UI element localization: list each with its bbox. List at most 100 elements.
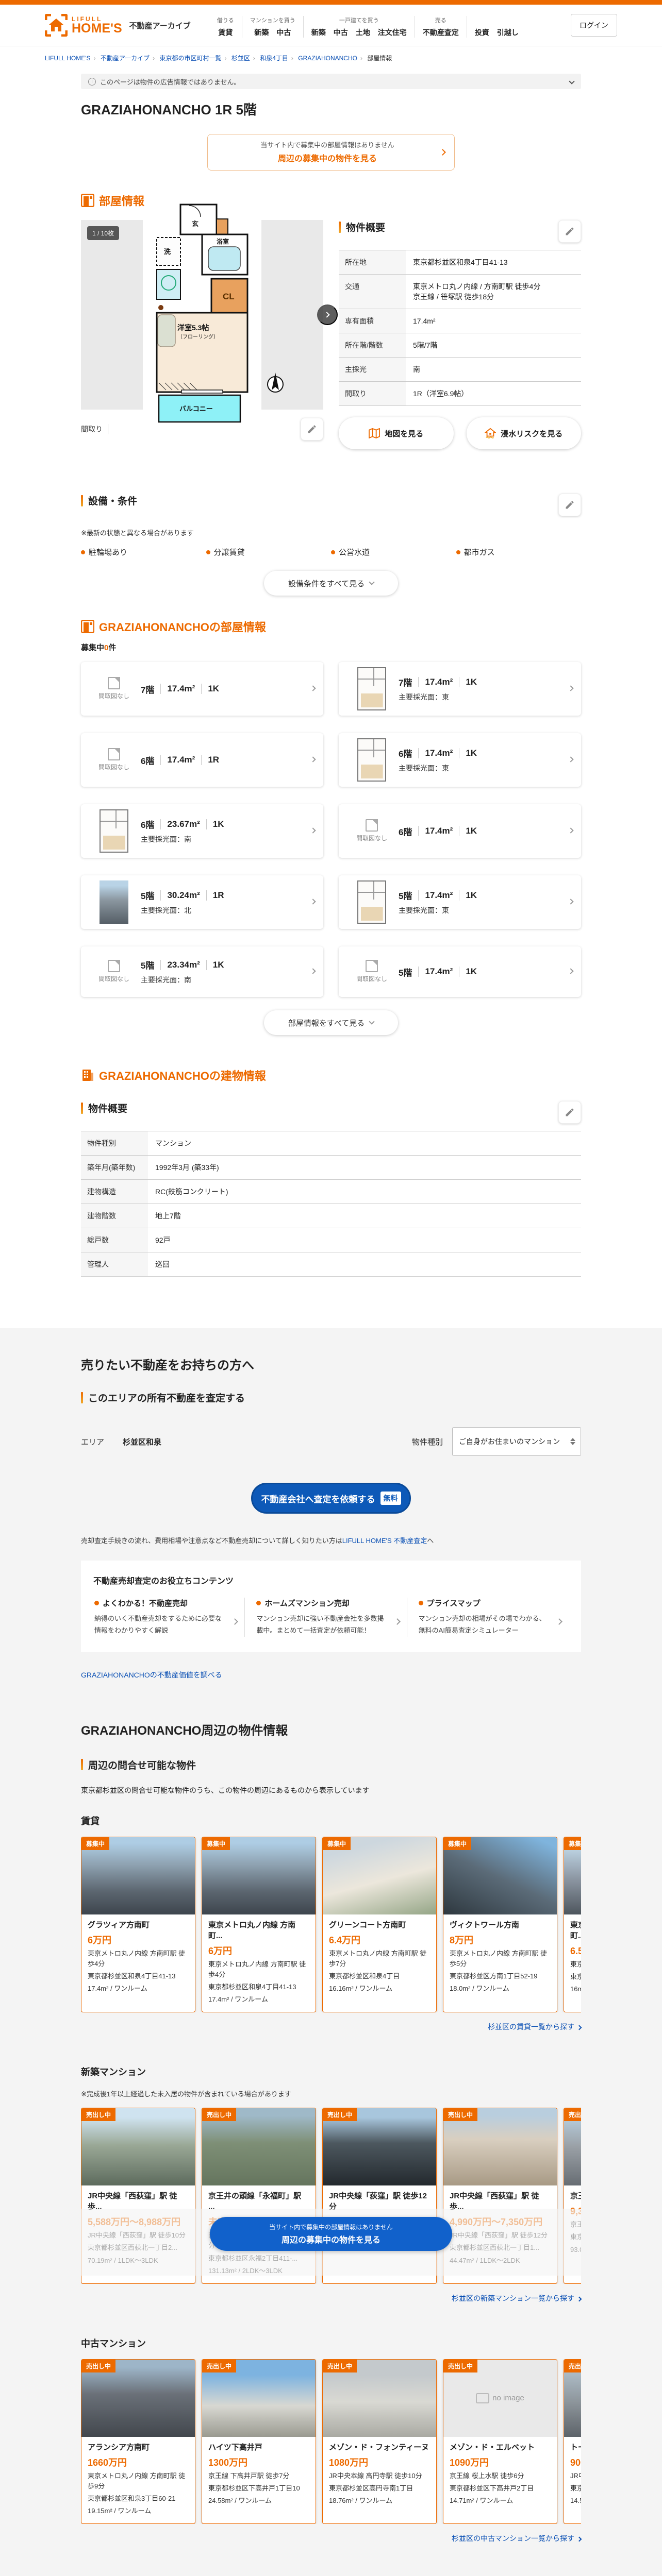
nav-invest[interactable]: 投資	[475, 27, 489, 38]
status-badge: 売出し中	[443, 2359, 478, 2372]
show-all-equipment-button[interactable]: 設備条件をすべて見る	[264, 571, 398, 596]
photo-carousel: 1 / 10枚 玄 洗 浴室 CL 洋室5.3帖 （フローリング） バルコニー …	[81, 201, 338, 449]
svg-text:洗: 洗	[164, 248, 171, 256]
nav-group-sell: 売る 不動産査定	[422, 18, 459, 38]
shinchiku-list-link[interactable]: 杉並区の新築マンション一覧から探す	[452, 2294, 574, 2302]
property-type-select[interactable]: ご自身がお住まいのマンション	[452, 1427, 581, 1456]
listing-photo: 売出し中	[81, 2108, 195, 2186]
listing-card[interactable]: 売出し中 アランシア方南町 1660万円 東京メトロ丸ノ内線 方南町駅 徒歩9分…	[81, 2359, 195, 2524]
listing-card[interactable]: 売出し中 メゾン・ド・フォンティーヌ 1080万円 JR中央本線 高円寺駅 徒歩…	[322, 2359, 437, 2524]
edit-overview-button[interactable]	[558, 220, 581, 243]
chevron-down-icon[interactable]	[569, 78, 575, 84]
room-card[interactable]: 間取図なし 5階 17.4m² 1K	[339, 946, 581, 997]
listing-price: 1090万円	[450, 2457, 489, 2468]
chevron-right-icon	[393, 1618, 401, 1625]
ad-disclaimer-banner[interactable]: i このページは物件の広告情報ではありません。	[81, 74, 581, 89]
property-value-link[interactable]: GRAZIAHONANCHOの不動産価値を調べる	[81, 1670, 222, 1680]
room-light-direction: 主要採光面：南	[141, 835, 191, 843]
listing-card[interactable]: 募集中 グリーンコート方南町 6.4万円 東京メトロ丸ノ内線 方南町駅 徒歩7分…	[322, 1836, 437, 2013]
listing-title: メゾン・ド・フォンティーヌ	[329, 2443, 429, 2452]
listing-address: 東京都杉並区和泉3丁目60-21	[88, 2495, 176, 2503]
room-card[interactable]: 7階 17.4m² 1K 主要採光面：東	[339, 662, 581, 716]
recruiting-count: 募集中0件	[81, 643, 117, 652]
login-button[interactable]: ログイン	[571, 14, 617, 37]
nav-house-new[interactable]: 新築	[311, 27, 326, 38]
breadcrumb-link[interactable]: 不動産アーカイブ	[101, 55, 150, 62]
help-content-item[interactable]: プライスマップ マンション売却の相場がその場でわかる、無料のAI簡易査定シミュレ…	[406, 1598, 569, 1637]
breadcrumb-link[interactable]: LIFULL HOME'S	[45, 55, 91, 62]
table-row: 建物構造 RC(鉄筋コンクリート)	[81, 1179, 581, 1204]
info-icon: i	[88, 77, 96, 86]
room-card[interactable]: 間取図なし 5階 23.34m² 1K 主要採光面：南	[81, 946, 323, 997]
listing-photo: 売出し中 no image	[443, 2359, 557, 2437]
nav-chintai[interactable]: 賃貸	[218, 27, 233, 38]
request-assessment-button[interactable]: 不動産会社へ査定を依頼する 無料	[251, 1483, 411, 1514]
room-area: 17.4m²	[418, 890, 453, 901]
room-light-direction: 主要採光面：北	[141, 906, 191, 914]
view-flood-risk-button[interactable]: 浸水リスクを見る	[466, 417, 581, 449]
room-thumbnail: 間取図なし	[97, 748, 130, 772]
room-card[interactable]: 5階 17.4m² 1K 主要採光面：東	[339, 875, 581, 929]
lifull-homes-logo[interactable]: LIFULL HOME'S	[45, 14, 122, 37]
listing-card[interactable]: 募集中 グラツィア方南町 6万円 東京メトロ丸ノ内線 方南町駅 徒歩4分 東京都…	[81, 1836, 195, 2013]
listing-card[interactable]: 募集中 東京メトロ丸ノ内線 方南町... 6.5万円 東京メトロ丸ノ内線 方南町…	[564, 1836, 581, 2013]
edit-building-button[interactable]	[558, 1101, 581, 1124]
nav-land[interactable]: 土地	[356, 27, 370, 38]
breadcrumb-link[interactable]: 和泉4丁目	[260, 55, 288, 62]
rental-list-link[interactable]: 杉並区の賃貸一覧から探す	[488, 2023, 574, 2031]
breadcrumb-link[interactable]: GRAZIAHONANCHO	[298, 55, 357, 62]
view-map-button[interactable]: 地図を見る	[339, 417, 454, 449]
svg-text:（フローリング）: （フローリング）	[177, 333, 219, 340]
nav-house-used[interactable]: 中古	[334, 27, 348, 38]
edit-caption-button[interactable]	[301, 418, 323, 440]
nav-custom-home[interactable]: 注文住宅	[378, 27, 407, 38]
floorplan-image[interactable]: 玄 洗 浴室 CL 洋室5.3帖 （フローリング） バルコニー	[143, 201, 284, 428]
show-all-rooms-button[interactable]: 部屋情報をすべて見る	[264, 1010, 398, 1035]
rental-card-row: 募集中 グラツィア方南町 6万円 東京メトロ丸ノ内線 方南町駅 徒歩4分 東京都…	[81, 1836, 581, 2013]
listing-card[interactable]: 売出し中 ハイツ下高井戸 1300万円 京王線 下高井戸駅 徒歩7分 東京都杉並…	[202, 2359, 316, 2524]
nav-group-other: 投資 引越し	[468, 18, 525, 38]
chuko-list-link[interactable]: 杉並区の中古マンション一覧から探す	[452, 2534, 574, 2543]
breadcrumb-link[interactable]: 部屋情報	[367, 55, 392, 62]
edit-equipment-button[interactable]	[558, 494, 581, 516]
listing-card[interactable]: 募集中 東京メトロ丸ノ内線 方南町... 6万円 東京メトロ丸ノ内線 方南町駅 …	[202, 1836, 316, 2013]
breadcrumb-link[interactable]: 杉並区	[231, 55, 250, 62]
room-card[interactable]: 6階 23.67m² 1K 主要採光面：南	[81, 804, 323, 858]
nav-mansion-new[interactable]: 新築	[254, 27, 269, 38]
help-content-item[interactable]: よくわかる！不動産売却 納得のいく不動産売却をするために必要な情報をわかりやすく…	[93, 1598, 244, 1637]
help-card-title: 不動産売却査定のお役立ちコンテンツ	[93, 1577, 234, 1586]
help-content-item[interactable]: ホームズマンション売却 マンション売却に強い不動産会社を多数掲載中。まとめて一括…	[244, 1598, 406, 1637]
sell-note: 売却査定手続きの流れ、費用相場や注意点など不動産売却について詳しく知りたい方はL…	[81, 1537, 434, 1545]
sticky-nearby-cta[interactable]: 当サイト内で募集中の部屋情報はありません 周辺の募集中の物件を見る	[210, 2217, 452, 2251]
room-floor: 6階	[399, 827, 412, 837]
room-card[interactable]: 間取図なし 7階 17.4m² 1K	[81, 662, 323, 716]
room-card[interactable]: 間取図なし 6階 17.4m² 1K	[339, 804, 581, 858]
carousel-next-button[interactable]	[317, 304, 338, 325]
area-value: 杉並区和泉	[123, 1437, 162, 1447]
nav-moving[interactable]: 引越し	[497, 27, 519, 38]
assessment-link[interactable]: LIFULL HOME'S 不動産査定	[342, 1537, 427, 1545]
help-item-title: ホームズマンション売却	[256, 1598, 389, 1608]
breadcrumb-separator: ›	[253, 55, 255, 62]
listing-card[interactable]: 募集中 ヴィクトワール方南 8万円 東京メトロ丸ノ内線 方南町駅 徒歩5分 東京…	[443, 1836, 557, 2013]
listing-card[interactable]: 売出し中 トーア... 900万円 JR中央本線... 東京都杉並区... 14…	[564, 2359, 581, 2524]
listing-station: JR中央本線...	[570, 2471, 581, 2480]
breadcrumb-link[interactable]: 東京都の市区町村一覧	[160, 55, 222, 62]
home-logo-icon	[45, 14, 68, 37]
listing-title: ハイツ下高井戸	[208, 2443, 262, 2452]
listing-card[interactable]: 売出し中 no image メゾン・ド・エルベット 1090万円 京王線 桜上水…	[443, 2359, 557, 2524]
room-card[interactable]: 5階 30.24m² 1R 主要採光面：北	[81, 875, 323, 929]
pencil-icon	[566, 1108, 574, 1116]
listing-size: 17.4m² / ワンルーム	[88, 1985, 147, 1993]
nav-mansion-used[interactable]: 中古	[276, 27, 291, 38]
select-caret-icon	[570, 1438, 575, 1445]
listing-photo: 募集中	[81, 1837, 195, 1914]
listing-photo: 募集中	[564, 1837, 581, 1914]
room-card[interactable]: 6階 17.4m² 1K 主要採光面：東	[339, 733, 581, 787]
area-label: エリア	[81, 1437, 105, 1447]
nav-assessment[interactable]: 不動産査定	[423, 27, 459, 38]
nearby-promo-box[interactable]: 当サイト内で募集中の部屋情報はありません 周辺の募集中の物件を見る	[207, 134, 455, 171]
room-overview-title: 物件概要	[339, 220, 385, 234]
room-card[interactable]: 間取図なし 6階 17.4m² 1R	[81, 733, 323, 787]
room-area: 17.4m²	[418, 826, 453, 836]
